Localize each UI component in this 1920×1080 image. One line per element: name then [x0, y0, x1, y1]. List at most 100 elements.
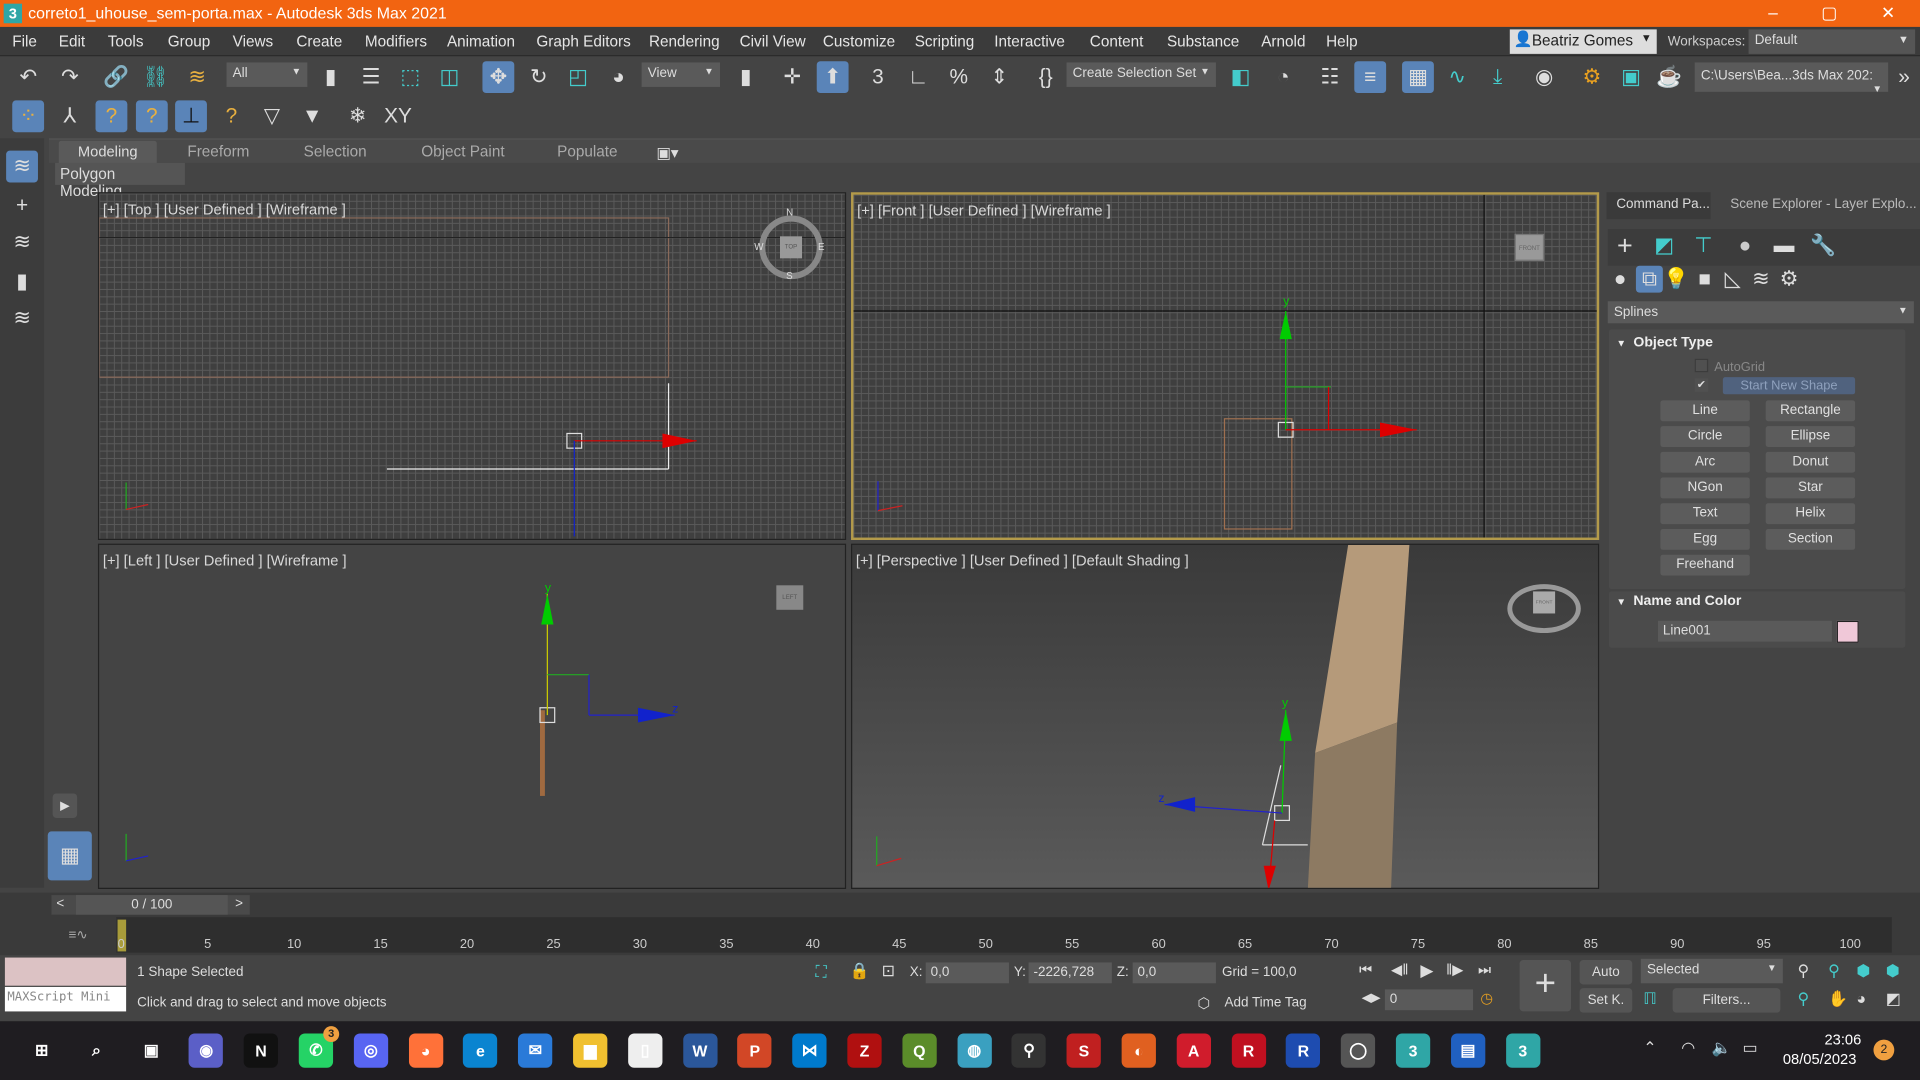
menu-graph-editors[interactable]: Graph Editors [536, 33, 630, 50]
menu-tools[interactable]: Tools [108, 33, 144, 50]
taskbar-app-vs-code[interactable]: ⋈ [792, 1033, 827, 1068]
select-object-icon[interactable]: ▮ [315, 61, 347, 93]
auto-key-button[interactable]: Auto [1579, 960, 1633, 985]
orbit-icon[interactable]: ◕ [1856, 989, 1866, 1007]
curve-editor-icon[interactable]: ∿ [1441, 61, 1473, 93]
menu-rendering[interactable]: Rendering [649, 33, 720, 50]
taskbar-app-netflix[interactable]: N [243, 1033, 279, 1068]
pan-icon[interactable]: ✋ [1828, 989, 1848, 1009]
menu-content[interactable]: Content [1090, 33, 1144, 50]
menu-help[interactable]: Help [1326, 33, 1357, 50]
geometry-icon[interactable]: ● [1607, 266, 1634, 293]
percent-snap-icon[interactable]: % [943, 61, 975, 93]
taskbar-app-revit[interactable]: R [1231, 1033, 1266, 1068]
taskbar-app-browser2[interactable]: ◯ [1341, 1033, 1376, 1068]
maxscript-listener-output[interactable] [4, 957, 127, 986]
viewcube-compass[interactable]: FRONT [1507, 584, 1581, 634]
zoom-extents-all-icon[interactable]: ⬢ [1886, 961, 1900, 981]
taskbar-app-powerpoint[interactable]: P [737, 1033, 772, 1068]
time-slider-frame[interactable]: 0 / 100 [75, 895, 228, 915]
go-to-end-icon[interactable]: ⏭ [1478, 961, 1491, 979]
systems-icon[interactable]: ⚙ [1776, 266, 1803, 293]
category-dropdown[interactable]: Splines ▼ [1607, 301, 1914, 324]
egg-button[interactable]: Egg [1660, 528, 1750, 550]
toggle-layer-explorer-icon[interactable]: ≡ [1354, 61, 1387, 94]
taskbar-app-teams[interactable]: ◉ [189, 1033, 224, 1068]
material-editor-icon[interactable]: ◉ [1528, 61, 1560, 93]
battery-icon[interactable]: ▭ [1742, 1038, 1757, 1058]
select-and-move-icon[interactable]: ✥ [482, 61, 515, 94]
motion-tab-icon[interactable]: ● [1729, 230, 1761, 262]
select-and-scale-icon[interactable]: ◰ [562, 61, 594, 93]
default-in-out-tangents-icon[interactable]: ℿ [1643, 989, 1657, 1009]
render-setup-icon[interactable]: ⚙ [1576, 61, 1608, 93]
lights-icon[interactable]: 💡 [1663, 266, 1690, 293]
viewcube[interactable]: FRONT [1533, 591, 1556, 614]
clock-time[interactable]: 23:06 [1824, 1031, 1861, 1048]
set-key-mode-button[interactable]: Set K. [1579, 988, 1633, 1013]
endpoint-snap-icon[interactable]: ? [135, 100, 168, 133]
taskbar-app-autocad[interactable]: A [1176, 1033, 1211, 1068]
viewport-label[interactable]: [+] [Front ] [User Defined ] [Wireframe … [857, 202, 1111, 219]
object-color-swatch[interactable] [1836, 620, 1859, 643]
field-of-view-icon[interactable]: ⚲ [1798, 989, 1810, 1009]
section-button[interactable]: Section [1765, 528, 1856, 550]
viewcube-compass[interactable]: TOP N S E W [754, 207, 824, 282]
key-mode-icon[interactable]: ◀▶ [1362, 992, 1381, 1005]
viewport-front[interactable]: y [+] [Front ] [User Defined ] [Wirefram… [851, 192, 1600, 541]
axis-constraints-snap-icon[interactable]: XY [382, 100, 414, 132]
keyboard-shortcut-override-icon[interactable]: ⬆ [816, 61, 849, 94]
expand-sidebar-icon[interactable]: ▶ [52, 793, 78, 818]
time-slider-prev[interactable]: < [56, 896, 64, 911]
edge-snap-icon[interactable]: ? [216, 100, 248, 132]
x-coordinate-field[interactable]: 0,0 [925, 962, 1009, 984]
start-new-shape-button[interactable]: Start New Shape [1722, 377, 1856, 395]
vertex-snap-icon[interactable]: ? [95, 100, 128, 133]
maximize-button[interactable]: ▢ [1805, 2, 1854, 23]
pivot-snap-icon[interactable]: ⅄ [54, 100, 86, 132]
align-icon[interactable]: ◔ [1267, 61, 1299, 93]
viewport-label[interactable]: [+] [Top ] [User Defined ] [Wireframe ] [103, 201, 346, 218]
layer-stack-icon[interactable]: ≋ [6, 302, 38, 334]
taskbar-app-edge[interactable]: e [463, 1033, 498, 1068]
ribbon-tab-populate[interactable]: Populate [557, 143, 617, 160]
menu-interactive[interactable]: Interactive [994, 33, 1065, 50]
viewport-top[interactable]: [+] [Top ] [User Defined ] [Wireframe ] … [97, 192, 847, 541]
workspace-dropdown[interactable]: Default ▼ [1748, 29, 1916, 54]
viewcube[interactable]: FRONT [1514, 233, 1545, 261]
viewcube[interactable]: TOP [780, 236, 803, 259]
taskbar-app-file-explorer[interactable]: ▆ [573, 1033, 608, 1068]
absolute-mode-icon[interactable]: ⊡ [882, 961, 895, 981]
taskbar-app-3ds-max-2021[interactable]: 3 [1505, 1033, 1540, 1068]
maximize-viewport-icon[interactable]: ◩ [1886, 989, 1901, 1009]
viewport-label[interactable]: [+] [Perspective ] [User Defined ] [Defa… [856, 552, 1189, 569]
arc-button[interactable]: Arc [1660, 451, 1750, 473]
project-folder-dropdown[interactable]: C:\Users\Bea...3ds Max 202: ▼ [1694, 62, 1889, 94]
rectangular-selection-icon[interactable]: ⬚ [394, 61, 426, 93]
menu-modifiers[interactable]: Modifiers [365, 33, 427, 50]
select-by-name-icon[interactable]: ☰ [355, 61, 387, 93]
time-slider-next[interactable]: > [235, 896, 243, 911]
snap-frozen-icon[interactable]: ❄ [342, 100, 374, 132]
select-manipulate-icon[interactable]: ✛ [776, 61, 808, 93]
viewport-layout-icon[interactable]: ▦ [47, 831, 92, 881]
freehand-button[interactable]: Freehand [1660, 554, 1750, 576]
clock-date[interactable]: 08/05/2023 [1783, 1051, 1857, 1068]
object-type-header[interactable]: ▼ Object Type [1609, 336, 1915, 351]
taskbar-app-firefox[interactable]: ◕ [408, 1033, 443, 1068]
previous-frame-icon[interactable]: ◀‖ [1391, 961, 1408, 978]
menu-scripting[interactable]: Scripting [915, 33, 975, 50]
time-configuration-icon[interactable]: ◷ [1480, 989, 1493, 1006]
set-key-icon[interactable]: + [1519, 960, 1572, 1012]
selection-lock-icon[interactable]: 🔒 [850, 961, 870, 981]
helix-button[interactable]: Helix [1765, 503, 1856, 525]
create-icon[interactable]: + [6, 190, 38, 222]
create-tab-icon[interactable]: + [1609, 230, 1641, 262]
shapes-icon[interactable]: ⧉ [1635, 265, 1663, 293]
mini-curve-editor-icon[interactable]: ≡∿ [69, 927, 88, 943]
circle-button[interactable]: Circle [1660, 426, 1750, 447]
schematic-view-icon[interactable]: ⤓ [1482, 61, 1514, 93]
menu-file[interactable]: File [12, 33, 37, 50]
y-coordinate-field[interactable]: -2226,728 [1028, 962, 1112, 984]
viewport-left[interactable]: y z [+] [Left ] [User Defined ] [Wirefra… [97, 543, 847, 889]
